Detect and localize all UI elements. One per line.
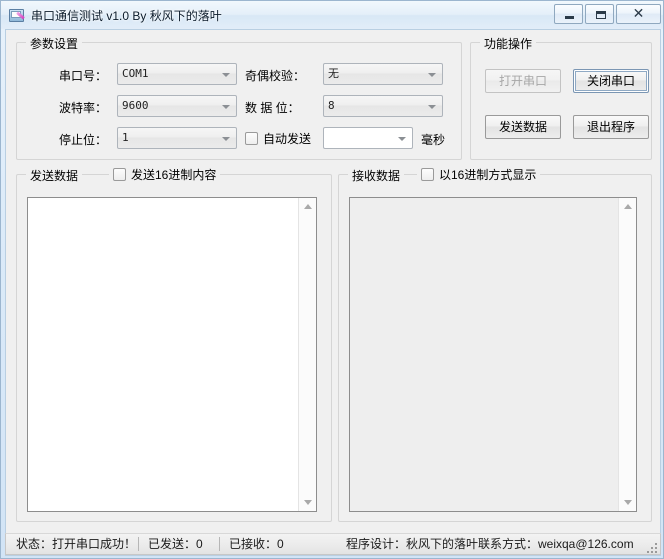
close-icon: ✕ [632,6,645,22]
label-port: 串口号： [59,69,108,83]
minimize-icon [565,16,574,19]
minimize-button[interactable] [554,4,583,24]
port-combo-value: COM1 [122,67,149,80]
port-combo[interactable]: COM1 [117,63,237,85]
close-button[interactable]: ✕ [616,4,661,24]
status-separator-2 [219,537,220,551]
databits-combo-value: 8 [328,99,335,112]
parity-combo[interactable]: 无 [323,63,443,85]
label-stopbits: 停止位： [59,133,108,147]
open-port-button[interactable]: 打开串口 [485,69,561,93]
receive-scrollbar[interactable] [618,198,636,511]
send-hex-checkbox[interactable]: 发送16进制内容 [109,166,221,183]
chevron-down-icon [222,73,230,77]
send-data-title: 发送数据 [26,167,83,184]
status-sent: 已发送：0 [148,537,203,551]
status-received: 已接收：0 [229,537,284,551]
receive-data-title: 接收数据 [348,167,405,184]
resize-grip-icon[interactable] [645,539,658,553]
scroll-down-icon[interactable] [299,494,316,511]
stopbits-combo-value: 1 [122,131,129,144]
status-contact: 联系方式：weixqa@126.com [478,537,634,551]
status-state: 状态：打开串口成功！ [16,537,137,551]
auto-send-unit-label: 毫秒 [421,133,446,147]
receive-hex-checkbox-box [421,168,434,181]
scroll-up-icon[interactable] [299,198,316,215]
scroll-down-icon[interactable] [619,494,636,511]
auto-send-checkbox-box [245,132,258,145]
status-bar: 状态：打开串口成功！ 已发送：0 已接收：0 程序设计：秋风下的落叶 联系方式：… [5,533,661,555]
send-scrollbar[interactable] [298,198,316,511]
send-hex-checkbox-box [113,168,126,181]
baudrate-combo-value: 9600 [122,99,149,112]
parity-combo-value: 无 [328,67,339,80]
status-separator-1 [138,537,139,551]
function-operations-title: 功能操作 [480,35,537,52]
chevron-down-icon [428,105,436,109]
chevron-down-icon [428,73,436,77]
function-operations-group: 功能操作 打开串口 关闭串口 发送数据 退出程序 [470,35,652,160]
label-databits: 数 据 位： [245,101,300,115]
send-data-group: 发送数据 发送16进制内容 [16,166,332,522]
auto-send-label: 自动发送 [263,132,312,146]
scroll-up-icon[interactable] [619,198,636,215]
send-textarea[interactable] [27,197,317,512]
parameter-settings-group: 参数设置 串口号： COM1 奇偶校验： 无 波特率： 9600 数 据 位： … [16,35,462,160]
application-window: 串口通信测试 v1.0 By 秋风下的落叶 ✕ 参数设置 串口号： COM1 奇… [0,0,664,559]
receive-hex-checkbox[interactable]: 以16进制方式显示 [417,166,541,183]
serial-port-app-icon [8,7,25,24]
chevron-down-icon [222,105,230,109]
send-data-button[interactable]: 发送数据 [485,115,561,139]
parameter-settings-title: 参数设置 [26,35,83,52]
auto-send-checkbox[interactable]: 自动发送 [245,130,311,147]
databits-combo[interactable]: 8 [323,95,443,117]
label-baudrate: 波特率： [59,101,108,115]
baudrate-combo[interactable]: 9600 [117,95,237,117]
receive-textarea-content [350,198,618,511]
status-author: 程序设计：秋风下的落叶 [346,537,479,551]
auto-send-interval-combo[interactable] [323,127,413,149]
window-title: 串口通信测试 v1.0 By 秋风下的落叶 [31,8,222,23]
client-area: 参数设置 串口号： COM1 奇偶校验： 无 波特率： 9600 数 据 位： … [5,29,661,556]
stopbits-combo[interactable]: 1 [117,127,237,149]
title-bar[interactable]: 串口通信测试 v1.0 By 秋风下的落叶 ✕ [1,1,663,29]
chevron-down-icon [398,137,406,141]
chevron-down-icon [222,137,230,141]
receive-data-group: 接收数据 以16进制方式显示 [338,166,652,522]
send-hex-label: 发送16进制内容 [131,168,217,182]
send-textarea-content[interactable] [28,198,298,511]
receive-textarea[interactable] [349,197,637,512]
maximize-icon [596,11,606,19]
exit-program-button[interactable]: 退出程序 [573,115,649,139]
maximize-button[interactable] [585,4,614,24]
receive-hex-label: 以16进制方式显示 [439,168,537,182]
close-port-button[interactable]: 关闭串口 [573,69,649,93]
window-controls: ✕ [554,4,661,24]
label-parity: 奇偶校验： [245,69,306,83]
